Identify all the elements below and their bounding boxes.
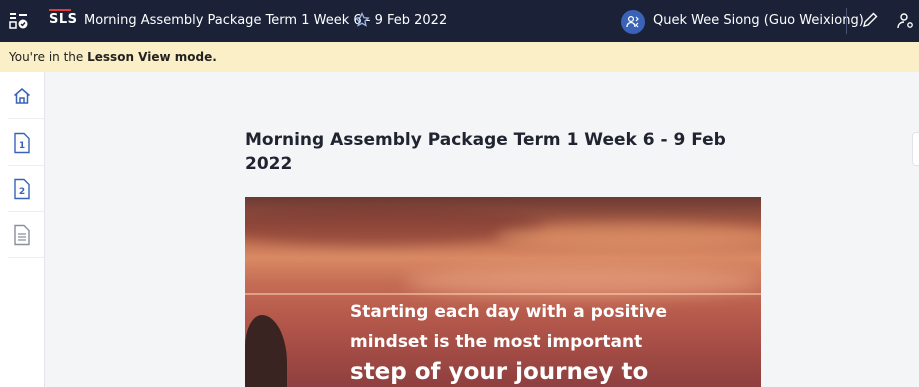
user-switch-icon[interactable]: [621, 10, 645, 34]
banner-line-3: step of your journey to: [350, 359, 649, 385]
notice-mode: Lesson View mode.: [87, 50, 217, 64]
share-icon[interactable]: [896, 11, 916, 31]
user-name[interactable]: Quek Wee Siong (Guo Weixiong): [653, 13, 864, 28]
sidebar-item-document[interactable]: [0, 222, 44, 248]
lesson-sidebar: 1 2: [0, 72, 45, 387]
sidebar-item-page-1[interactable]: 1: [0, 130, 44, 156]
home-icon[interactable]: [0, 84, 44, 108]
banner-line-1: Starting each day with a positive: [350, 302, 668, 322]
page-1-icon: 1: [14, 132, 30, 154]
header-lesson-title: Morning Assembly Package Term 1 Week 6 -…: [84, 13, 448, 28]
document-icon: [14, 224, 30, 246]
notice-text: You're in the Lesson View mode.: [9, 50, 217, 64]
sidebar-item-page-2[interactable]: 2: [0, 176, 44, 202]
header-divider: [846, 8, 847, 34]
page-2-label: 2: [19, 187, 25, 197]
side-panel-toggle[interactable]: [912, 132, 919, 166]
sls-logo[interactable]: SLS: [49, 9, 78, 27]
star-icon[interactable]: [354, 12, 370, 28]
sidebar-separator: [8, 211, 44, 212]
top-bar: SLS Morning Assembly Package Term 1 Week…: [0, 0, 919, 42]
page-1-label: 1: [19, 141, 25, 151]
lesson-content: Morning Assembly Package Term 1 Week 6 -…: [45, 72, 919, 387]
notice-prefix: You're in the: [9, 50, 88, 64]
mode-notice: You're in the Lesson View mode.: [0, 42, 919, 72]
sidebar-separator: [8, 165, 44, 166]
sls-logo-text: SLS: [49, 12, 78, 27]
banner-image: Starting each day with a positive mindse…: [245, 197, 761, 387]
page-title: Morning Assembly Package Term 1 Week 6 -…: [245, 130, 726, 174]
app-menu-icon[interactable]: [9, 12, 29, 30]
rock-silhouette: [245, 315, 287, 387]
page-2-icon: 2: [14, 178, 30, 200]
banner-quote: Starting each day with a positive mindse…: [350, 297, 750, 387]
sidebar-separator: [8, 257, 44, 258]
pencil-icon[interactable]: [861, 11, 879, 29]
sidebar-separator: [8, 118, 44, 119]
banner-line-2: mindset is the most important: [350, 332, 643, 352]
